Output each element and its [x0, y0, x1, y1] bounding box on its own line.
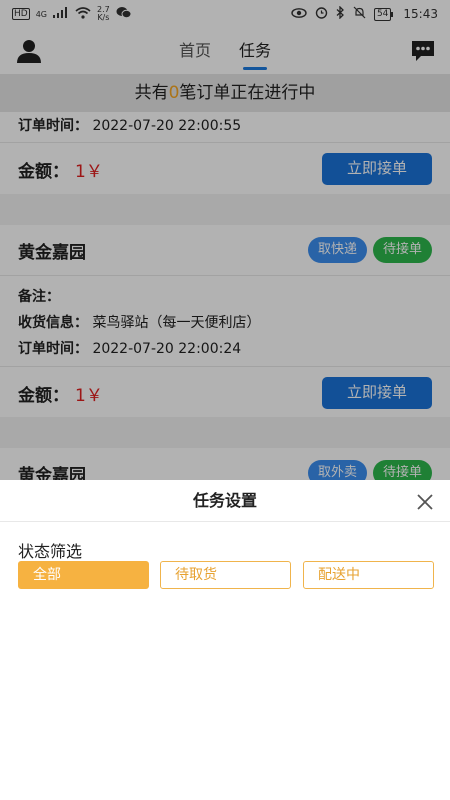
- task-settings-sheet: 任务设置 状态筛选 全部 待取货 配送中: [0, 480, 450, 800]
- filter-option-all[interactable]: 全部: [18, 561, 149, 589]
- status-filter-label: 状态筛选: [18, 542, 83, 561]
- filter-option-pending-pickup[interactable]: 待取货: [160, 561, 291, 589]
- sheet-title: 任务设置: [0, 480, 450, 522]
- close-icon[interactable]: [416, 493, 434, 511]
- filter-option-delivering[interactable]: 配送中: [303, 561, 434, 589]
